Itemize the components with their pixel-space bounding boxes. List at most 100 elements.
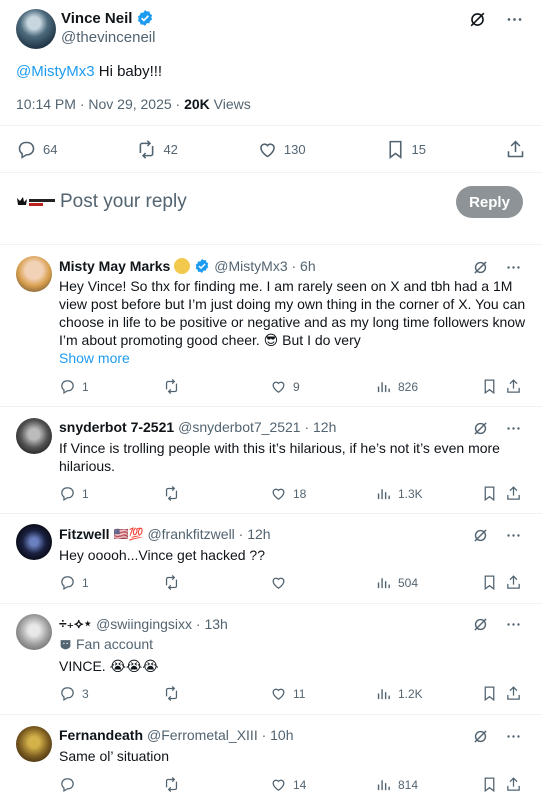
bookmark-icon xyxy=(484,575,495,591)
like-action[interactable]: 9 xyxy=(270,378,300,395)
reply-avatar[interactable] xyxy=(16,614,52,650)
divider xyxy=(0,172,542,173)
like-action[interactable] xyxy=(270,574,293,591)
reply-handle[interactable]: @frankfitzwell · 12h xyxy=(147,526,270,542)
reply-handle[interactable]: @MistyMx3 · 6h xyxy=(214,258,315,274)
views-icon xyxy=(377,382,390,393)
reply-action[interactable]: 1 xyxy=(59,574,89,591)
more-icon[interactable] xyxy=(505,728,522,745)
more-icon[interactable] xyxy=(505,616,522,633)
views-action[interactable]: 1.3K xyxy=(375,485,423,502)
more-icon[interactable] xyxy=(505,259,522,276)
grok-icon[interactable] xyxy=(472,728,489,745)
reply-action-bar: 3 11 1.2K xyxy=(59,685,523,705)
reply-header: Fernandeath @Ferrometal_XIII · 10h xyxy=(59,727,294,743)
reply-top-actions xyxy=(472,527,522,544)
share-action[interactable] xyxy=(505,574,522,591)
author-name[interactable]: Vince Neil xyxy=(61,10,132,27)
reply-avatar[interactable] xyxy=(16,726,52,762)
reply-action[interactable]: 1 xyxy=(59,485,89,502)
show-more-link[interactable]: Show more xyxy=(59,350,130,366)
views-action[interactable]: 1.2K xyxy=(375,685,423,702)
views-count: 826 xyxy=(398,379,419,394)
reply-action[interactable]: 3 xyxy=(59,685,89,702)
reply-avatar[interactable] xyxy=(16,418,52,454)
share-action[interactable] xyxy=(505,485,522,502)
like-action[interactable]: 14 xyxy=(270,776,306,793)
bookmark-action[interactable] xyxy=(481,378,498,395)
reply-author-name[interactable]: Misty May Marks xyxy=(59,258,170,274)
bookmark-action[interactable] xyxy=(481,685,498,702)
like-action[interactable]: 18 xyxy=(270,485,306,502)
grok-icon[interactable] xyxy=(472,420,489,437)
views-count: 814 xyxy=(398,777,419,792)
reply-avatar[interactable] xyxy=(16,524,52,560)
bookmark-action[interactable] xyxy=(481,574,498,591)
share-action[interactable] xyxy=(505,139,526,160)
bookmark-action[interactable] xyxy=(481,485,498,502)
repost-action[interactable] xyxy=(163,685,186,702)
repost-action[interactable] xyxy=(163,574,186,591)
reply-count: 1 xyxy=(82,486,89,501)
reply-action[interactable]: 64 xyxy=(16,139,57,160)
views-icon xyxy=(377,689,390,700)
reply-author-name[interactable]: Fitzwell xyxy=(59,526,110,542)
reply-action[interactable] xyxy=(59,776,82,793)
like-count: 11 xyxy=(293,686,306,701)
user-avatar[interactable] xyxy=(16,195,56,209)
reply-button[interactable]: Reply xyxy=(456,186,523,218)
more-icon[interactable] xyxy=(505,420,522,437)
reply-action[interactable]: 1 xyxy=(59,378,89,395)
repost-action[interactable] xyxy=(163,378,186,395)
views-count: 1.3K xyxy=(398,486,423,501)
share-action[interactable] xyxy=(505,776,522,793)
author-name-row[interactable]: Vince Neil xyxy=(61,9,154,27)
reply-handle[interactable]: @swiingingsixx · 13h xyxy=(96,616,228,632)
reply-action-bar: 1 18 1.3K xyxy=(59,485,523,505)
repost-icon xyxy=(140,139,154,159)
like-action[interactable]: 130 xyxy=(257,139,306,160)
views-icon xyxy=(377,578,390,589)
share-action[interactable] xyxy=(505,685,522,702)
reply-author-name[interactable]: Fernandeath xyxy=(59,727,143,743)
mention-link[interactable]: @MistyMx3 xyxy=(16,63,95,80)
reply-header: Fitzwell 🇺🇸💯 @frankfitzwell · 12h xyxy=(59,526,271,542)
tweet-timestamp[interactable]: 10:14 PM · Nov 29, 2025 · xyxy=(16,96,184,112)
bookmark-icon xyxy=(484,777,495,793)
reply-avatar[interactable] xyxy=(16,256,52,292)
views-action[interactable]: 504 xyxy=(375,574,418,591)
reply-author-name[interactable]: ÷₊⟡⋆ xyxy=(59,615,92,632)
reply-author-name[interactable]: snyderbot 7-2521 xyxy=(59,419,174,435)
like-icon xyxy=(272,381,285,393)
grok-icon[interactable] xyxy=(472,259,489,276)
more-icon[interactable] xyxy=(505,10,524,29)
grok-icon[interactable] xyxy=(468,10,487,29)
bookmark-action[interactable] xyxy=(481,776,498,793)
reply-text: Hey ooooh...Vince get hacked ?? xyxy=(59,547,266,563)
tweet-text: @MistyMx3 Hi baby!!! xyxy=(16,63,162,80)
author-handle[interactable]: @thevinceneil xyxy=(61,29,155,46)
like-action[interactable]: 11 xyxy=(270,685,305,702)
more-icon[interactable] xyxy=(505,527,522,544)
like-icon xyxy=(260,142,275,157)
flag-emoji: 🇺🇸💯 xyxy=(113,527,144,541)
bookmark-action[interactable]: 15 xyxy=(385,139,426,160)
repost-action[interactable]: 42 xyxy=(136,139,178,160)
bookmark-icon xyxy=(484,686,495,702)
reply-handle[interactable]: @Ferrometal_XIII · 10h xyxy=(147,727,294,743)
reply-input[interactable]: Post your reply xyxy=(60,191,187,213)
views-action[interactable]: 814 xyxy=(375,776,418,793)
grok-icon[interactable] xyxy=(472,527,489,544)
fan-account-icon xyxy=(60,639,71,649)
repost-action[interactable] xyxy=(163,776,186,793)
reply-icon xyxy=(18,141,35,159)
grok-icon[interactable] xyxy=(472,616,489,633)
share-action[interactable] xyxy=(505,378,522,395)
bookmark-icon xyxy=(484,379,495,395)
views-action[interactable]: 826 xyxy=(375,378,418,395)
author-avatar[interactable] xyxy=(16,9,56,49)
bookmark-icon xyxy=(484,486,495,502)
reply-handle[interactable]: @snyderbot7_2521 · 12h xyxy=(178,419,336,435)
repost-action[interactable] xyxy=(163,485,186,502)
bookmark-count: 15 xyxy=(411,141,427,157)
